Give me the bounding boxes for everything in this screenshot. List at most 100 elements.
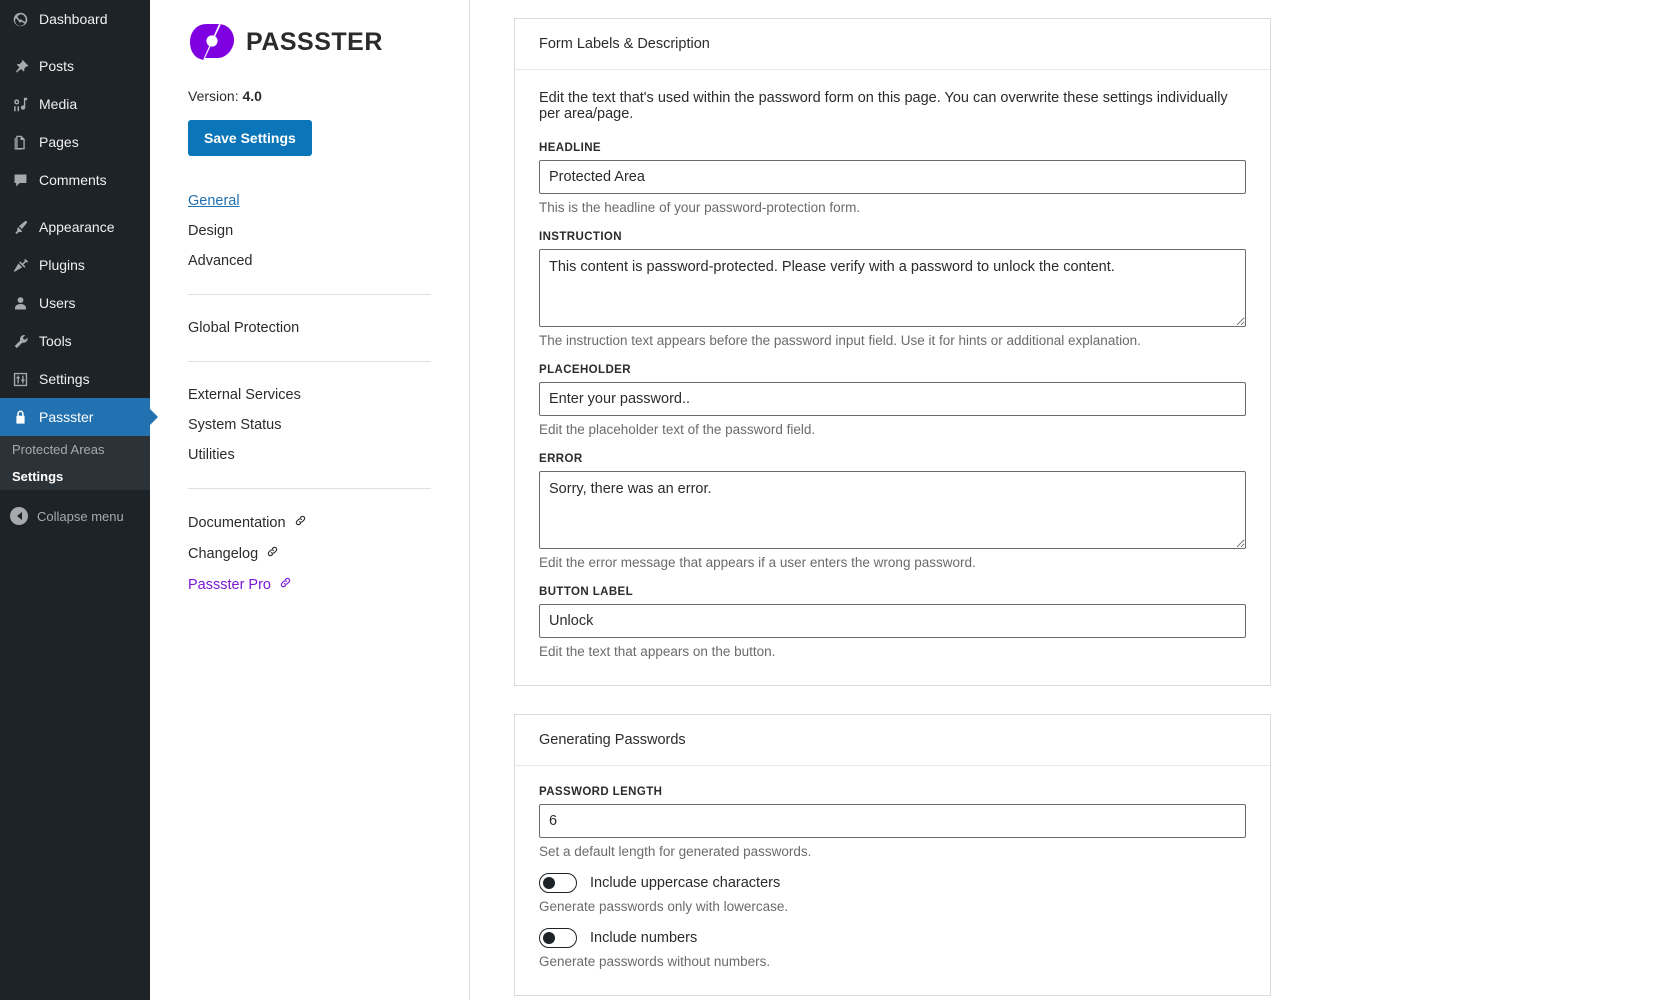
nav-link-global-protection[interactable]: Global Protection <box>188 313 431 343</box>
sidebar-item-label: Passster <box>39 408 94 425</box>
pin-icon <box>10 56 30 76</box>
sidebar-item-dashboard[interactable]: Dashboard <box>0 0 150 38</box>
sidebar-item-passster[interactable]: Passster <box>0 398 150 436</box>
nav-link-label: Passster Pro <box>188 577 271 593</box>
nav-link-label: Changelog <box>188 546 259 562</box>
wp-admin-menu: Dashboard Posts Media Pages Comments App… <box>0 0 150 436</box>
error-textarea[interactable]: Sorry, there was an error. <box>539 471 1246 549</box>
version-row: Version: 4.0 <box>188 88 431 104</box>
include-uppercase-toggle[interactable] <box>539 873 577 893</box>
submenu-item-settings[interactable]: Settings <box>0 463 150 490</box>
form-labels-intro: Edit the text that's used within the pas… <box>539 90 1228 122</box>
headline-help: This is the headline of your password-pr… <box>539 200 861 215</box>
nav-divider <box>188 488 431 489</box>
sidebar-item-label: Tools <box>39 332 72 349</box>
external-link-icon <box>279 576 292 593</box>
instruction-textarea[interactable]: This content is password-protected. Plea… <box>539 249 1246 327</box>
form-labels-card: Form Labels & Description Edit the text … <box>514 18 1271 686</box>
sliders-icon <box>10 369 30 389</box>
collapse-arrow-icon <box>10 507 28 525</box>
sidebar-item-label: Posts <box>39 57 75 74</box>
error-field-group: ERROR Sorry, there was an error. <box>539 453 1246 549</box>
form-labels-card-body: Edit the text that's used within the pas… <box>515 70 1270 685</box>
headline-input[interactable] <box>539 160 1246 194</box>
sidebar-item-users[interactable]: Users <box>0 284 150 322</box>
nav-link-changelog[interactable]: Changelog <box>188 538 431 569</box>
include-numbers-toggle[interactable] <box>539 928 577 948</box>
button-label-help: Edit the text that appears on the button… <box>539 644 776 659</box>
placeholder-input[interactable] <box>539 382 1246 416</box>
brush-icon <box>10 217 30 237</box>
include-uppercase-label: Include uppercase characters <box>590 875 781 891</box>
submenu-item-protected-areas[interactable]: Protected Areas <box>0 436 150 463</box>
form-labels-card-title: Form Labels & Description <box>515 19 1270 70</box>
nav-divider <box>188 361 431 362</box>
sidebar-item-media[interactable]: Media <box>0 85 150 123</box>
submenu-item-label: Protected Areas <box>12 442 105 457</box>
include-numbers-row: Include numbers <box>539 928 1246 948</box>
toggle-knob-icon <box>542 931 555 944</box>
version-label: Version: <box>188 88 239 104</box>
button-label-label: BUTTON LABEL <box>539 586 634 598</box>
button-label-field-group: BUTTON LABEL <box>539 586 1246 638</box>
sidebar-item-comments[interactable]: Comments <box>0 161 150 199</box>
placeholder-help: Edit the placeholder text of the passwor… <box>539 422 816 437</box>
sidebar-item-label: Appearance <box>39 218 115 235</box>
sidebar-item-tools[interactable]: Tools <box>0 322 150 360</box>
passster-logo: PASSSTER <box>188 22 431 62</box>
collapse-menu-button[interactable]: Collapse menu <box>0 498 150 534</box>
external-link-icon <box>294 514 307 531</box>
pages-icon <box>10 132 30 152</box>
headline-field-group: HEADLINE <box>539 142 1246 194</box>
password-length-input[interactable] <box>539 804 1246 838</box>
nav-link-documentation[interactable]: Documentation <box>188 507 431 538</box>
media-icon <box>10 94 30 114</box>
nav-link-system-status[interactable]: System Status <box>188 410 431 440</box>
save-settings-button[interactable]: Save Settings <box>188 120 312 156</box>
nav-link-label: Documentation <box>188 515 286 531</box>
button-label-input[interactable] <box>539 604 1246 638</box>
nav-link-utilities[interactable]: Utilities <box>188 440 431 470</box>
instruction-help: The instruction text appears before the … <box>539 333 1141 348</box>
wp-admin-sidebar: Dashboard Posts Media Pages Comments App… <box>0 0 150 1000</box>
password-length-field-group: PASSWORD LENGTH <box>539 786 1246 838</box>
version-value: 4.0 <box>242 88 262 104</box>
headline-label: HEADLINE <box>539 142 601 154</box>
generating-passwords-card: Generating Passwords PASSWORD LENGTH Set… <box>514 714 1271 996</box>
passster-logo-icon <box>188 22 236 62</box>
nav-divider <box>188 294 431 295</box>
passster-submenu: Protected Areas Settings <box>0 436 150 490</box>
sidebar-item-label: Pages <box>39 133 79 150</box>
sidebar-item-plugins[interactable]: Plugins <box>0 246 150 284</box>
error-help: Edit the error message that appears if a… <box>539 555 976 570</box>
placeholder-field-group: PLACEHOLDER <box>539 364 1246 416</box>
nav-link-general[interactable]: General <box>188 186 431 216</box>
menu-separator <box>0 38 150 47</box>
nav-link-advanced[interactable]: Advanced <box>188 246 431 276</box>
error-label: ERROR <box>539 453 583 465</box>
instruction-field-group: INSTRUCTION This content is password-pro… <box>539 231 1246 327</box>
menu-separator <box>0 199 150 208</box>
nav-link-passster-pro[interactable]: Passster Pro <box>188 569 431 600</box>
sidebar-item-label: Settings <box>39 370 90 387</box>
sidebar-item-appearance[interactable]: Appearance <box>0 208 150 246</box>
sidebar-item-label: Plugins <box>39 256 85 273</box>
sidebar-item-label: Dashboard <box>39 10 108 27</box>
passster-logo-text: PASSSTER <box>246 27 383 56</box>
instruction-label: INSTRUCTION <box>539 231 622 243</box>
placeholder-label: PLACEHOLDER <box>539 364 631 376</box>
dashboard-icon <box>10 9 30 29</box>
sidebar-item-label: Comments <box>39 171 107 188</box>
lock-icon <box>10 407 30 427</box>
nav-link-external-services[interactable]: External Services <box>188 380 431 410</box>
sidebar-item-label: Media <box>39 95 78 112</box>
include-numbers-help: Generate passwords without numbers. <box>539 954 771 969</box>
sidebar-item-settings[interactable]: Settings <box>0 360 150 398</box>
include-numbers-label: Include numbers <box>590 930 698 946</box>
plugin-nav-group-external: Documentation Changelog Passster Pro <box>188 507 431 600</box>
sidebar-item-posts[interactable]: Posts <box>0 47 150 85</box>
sidebar-item-pages[interactable]: Pages <box>0 123 150 161</box>
toggle-knob-icon <box>542 876 555 889</box>
submenu-item-label: Settings <box>12 469 64 484</box>
nav-link-design[interactable]: Design <box>188 216 431 246</box>
